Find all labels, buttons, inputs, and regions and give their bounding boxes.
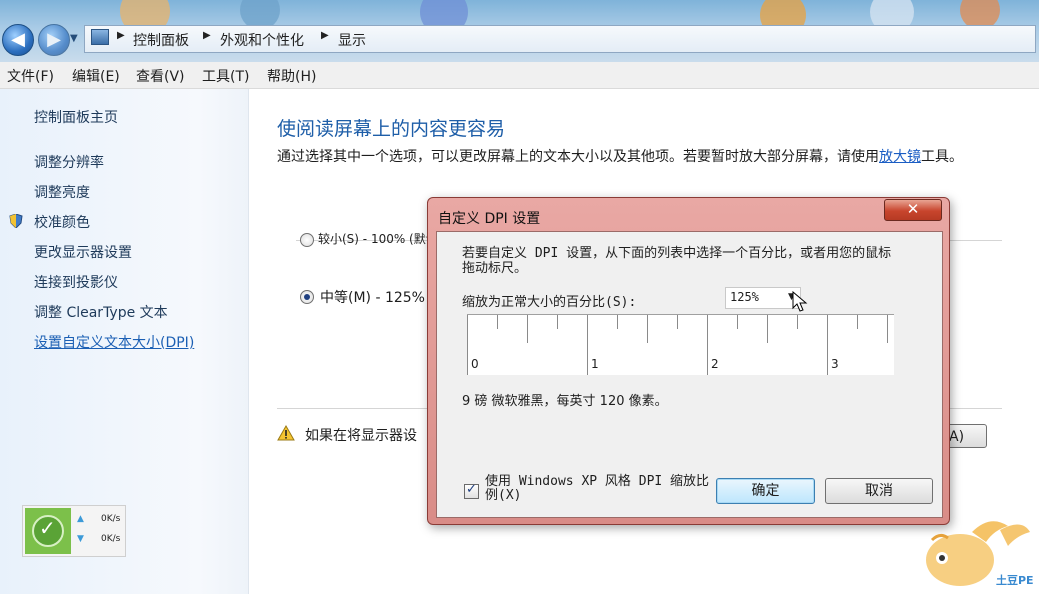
page-title: 使阅读屏幕上的内容更容易 [277, 118, 506, 140]
upload-speed: 0K/s [101, 514, 121, 524]
ruler-label-0: 0 [471, 357, 479, 371]
ruler-ticks [467, 315, 888, 375]
dpi-ruler[interactable]: 0 1 2 3 [467, 314, 894, 375]
forward-arrow-icon: ▶ [47, 29, 61, 50]
close-icon: ✕ [906, 200, 920, 218]
sidebar-item-custom-dpi[interactable]: 设置自定义文本大小(DPI) [34, 332, 194, 352]
tudou-logo: 土豆PE [912, 512, 1034, 592]
option-small-label: 较小(S) - 100% (默认 [318, 232, 438, 246]
breadcrumb-separator-icon: ▶ [117, 30, 125, 41]
checkmark-icon: ✓ [466, 482, 477, 497]
upload-arrow-icon: ▲ [77, 514, 84, 524]
sidebar-item-display-settings[interactable]: 更改显示器设置 [34, 242, 132, 262]
sidebar-item-projector[interactable]: 连接到投影仪 [34, 272, 118, 292]
ruler-label-3: 3 [831, 357, 839, 371]
breadcrumb-appearance[interactable]: 外观和个性化 [220, 30, 304, 50]
radio-small[interactable] [300, 233, 314, 247]
scale-value: 125% [730, 290, 759, 304]
ok-button-label: 确定 [751, 483, 780, 499]
breadcrumb-separator-icon: ▶ [321, 30, 329, 41]
warning-icon [277, 424, 295, 441]
scale-label: 缩放为正常大小的百分比(S): [462, 295, 637, 310]
xp-scaling-checkbox[interactable]: ✓ [464, 482, 479, 499]
back-arrow-icon: ◀ [11, 29, 25, 50]
menu-view[interactable]: 查看(V) [136, 66, 185, 86]
close-button[interactable]: ✕ [884, 199, 942, 221]
history-dropdown-icon[interactable]: ▼ [70, 33, 78, 44]
ok-button[interactable]: 确定 [716, 478, 815, 504]
control-panel-icon [91, 29, 109, 45]
radio-medium[interactable] [300, 290, 314, 304]
menu-file[interactable]: 文件(F) [7, 66, 54, 86]
menu-bar: 文件(F) 编辑(E) 查看(V) 工具(T) 帮助(H) [0, 62, 1039, 89]
cancel-button[interactable]: 取消 [825, 478, 933, 504]
check-icon: ✓ [39, 516, 56, 540]
xp-scaling-label: 使用 Windows XP 风格 DPI 缩放比例(X) [485, 474, 710, 503]
shield-icon [9, 213, 23, 229]
forward-button[interactable]: ▶ [38, 24, 70, 56]
sidebar-item-resolution[interactable]: 调整分辨率 [34, 152, 104, 172]
apply-button-label: A) [949, 429, 965, 445]
download-arrow-icon: ▼ [77, 534, 84, 544]
sidebar-home-link[interactable]: 控制面板主页 [34, 107, 118, 127]
breadcrumb-control-panel[interactable]: 控制面板 [133, 30, 189, 50]
dialog-body: 若要自定义 DPI 设置，从下面的列表中选择一个百分比，或者用您的鼠标拖动标尺。… [436, 231, 943, 518]
scale-combobox[interactable]: 125% ▼ [725, 287, 801, 309]
breadcrumb-display[interactable]: 显示 [338, 30, 366, 50]
net-widget-status: ✓ [25, 508, 71, 554]
description-text-end: 工具。 [921, 149, 963, 165]
page-description: 通过选择其中一个选项，可以更改屏幕上的文本大小以及其他项。若要暂时放大部分屏幕，… [277, 147, 1007, 168]
dialog-instruction: 若要自定义 DPI 设置，从下面的列表中选择一个百分比，或者用您的鼠标拖动标尺。 [462, 246, 892, 276]
dialog-title: 自定义 DPI 设置 [438, 211, 541, 227]
magnifier-link[interactable]: 放大镜 [879, 149, 921, 165]
sample-text: 9 磅 微软雅黑，每英寸 120 像素。 [462, 394, 668, 409]
address-bar[interactable]: ▶ 控制面板 ▶ 外观和个性化 ▶ 显示 [84, 25, 1036, 53]
warning-text: 如果在将显示器设 [305, 428, 417, 444]
description-text: 通过选择其中一个选项，可以更改屏幕上的文本大小以及其他项。若要暂时放大部分屏幕，… [277, 149, 879, 165]
option-medium-label: 中等(M) - 125% [320, 290, 425, 306]
breadcrumb-separator-icon: ▶ [203, 30, 211, 41]
title-bar: ◀ ▶ ▼ ▶ 控制面板 ▶ 外观和个性化 ▶ 显示 [0, 0, 1039, 62]
ruler-label-1: 1 [591, 357, 599, 371]
sidebar-item-cleartype[interactable]: 调整 ClearType 文本 [34, 302, 168, 322]
download-speed: 0K/s [101, 534, 121, 544]
menu-tools[interactable]: 工具(T) [202, 66, 249, 86]
custom-dpi-dialog: 自定义 DPI 设置 ✕ 若要自定义 DPI 设置，从下面的列表中选择一个百分比… [427, 197, 950, 525]
menu-help[interactable]: 帮助(H) [267, 66, 316, 86]
sidebar-item-calibrate-color[interactable]: 校准颜色 [34, 212, 90, 232]
sidebar-item-brightness[interactable]: 调整亮度 [34, 182, 90, 202]
ruler-label-2: 2 [711, 357, 719, 371]
back-button[interactable]: ◀ [2, 24, 34, 56]
watermark-text: 土豆PE [996, 574, 1034, 587]
menu-edit[interactable]: 编辑(E) [72, 66, 120, 86]
cursor-icon [792, 290, 808, 313]
network-speed-widget: ✓ ▲ 0K/s ▼ 0K/s [22, 505, 126, 557]
cancel-button-label: 取消 [865, 483, 893, 499]
